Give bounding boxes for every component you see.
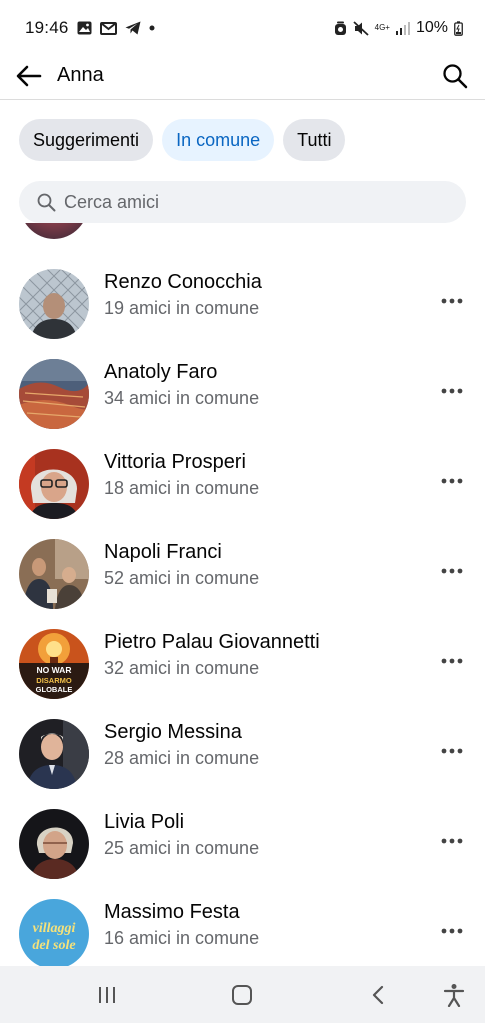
avatar	[19, 449, 89, 519]
search-placeholder: Cerca amici	[64, 191, 160, 212]
chip-in-comune[interactable]: In comune	[162, 119, 275, 161]
friend-row[interactable]: Sergio Messina 28 amici in comune	[0, 708, 485, 798]
avatar-text-del-sole: del sole	[32, 938, 75, 953]
more-options-icon[interactable]	[438, 742, 466, 760]
mutual-friends-count: 28 amici in comune	[104, 748, 260, 768]
alarm-icon	[334, 21, 347, 36]
header: Anna	[0, 52, 485, 100]
more-options-icon[interactable]	[438, 652, 466, 670]
more-options-icon[interactable]	[438, 832, 466, 850]
friend-row[interactable]: Anatoly Faro 34 amici in comune	[0, 348, 485, 438]
signal-icon	[395, 21, 410, 35]
dot-icon	[149, 25, 155, 31]
friend-row[interactable]: NO WAR DISARMO GLOBALE Pietro Palau Giov…	[0, 618, 485, 708]
friend-row[interactable]: Vittoria Prosperi 18 amici in comune	[0, 438, 485, 528]
avatar-text-globale: GLOBALE	[36, 685, 73, 694]
friend-name: Anatoly Faro	[104, 361, 218, 383]
mutual-friends-count: 52 amici in comune	[104, 568, 260, 588]
friend-name: Livia Poli	[104, 811, 185, 833]
more-options-icon[interactable]	[438, 562, 466, 580]
back-arrow-icon[interactable]	[14, 61, 44, 91]
avatar	[19, 269, 89, 339]
friend-name: Napoli Franci	[104, 541, 222, 563]
avatar-text-no-war: NO WAR	[37, 665, 72, 675]
friend-row[interactable]: Livia Poli 25 amici in comune	[0, 798, 485, 888]
mutual-friends-count: 34 amici in comune	[104, 388, 260, 408]
avatar	[19, 359, 89, 429]
gallery-icon	[77, 21, 92, 35]
friend-name: Vittoria Prosperi	[104, 451, 246, 473]
gmail-icon	[99, 21, 117, 35]
network-icon: 4G+	[374, 23, 390, 32]
avatar	[19, 719, 89, 789]
filter-chips: Suggerimenti In comune Tutti	[19, 119, 346, 161]
battery-percent: 10%	[415, 19, 448, 36]
battery-icon	[454, 20, 463, 36]
search-field-icon	[37, 193, 56, 212]
mute-icon	[353, 20, 369, 36]
avatar-text-villaggi: villaggi	[33, 921, 76, 936]
mutual-friends-count: 16 amici in comune	[104, 928, 260, 948]
friend-row[interactable]: Renzo Conocchia 19 amici in comune	[0, 258, 485, 348]
friend-name: Sergio Messina	[104, 721, 242, 743]
friend-name: Renzo Conocchia	[104, 271, 262, 293]
friend-list: Renzo Conocchia 19 amici in comune Anato…	[0, 223, 485, 966]
avatar	[19, 809, 89, 879]
friend-row[interactable]: Napoli Franci 52 amici in comune	[0, 528, 485, 618]
telegram-icon	[125, 21, 141, 35]
avatar: villaggi del sole	[19, 899, 89, 966]
chip-suggerimenti[interactable]: Suggerimenti	[19, 119, 154, 161]
status-time: 19:46	[25, 18, 69, 37]
recent-apps-icon[interactable]	[92, 980, 122, 1010]
mutual-friends-count: 19 amici in comune	[104, 298, 260, 318]
back-icon[interactable]	[363, 980, 393, 1010]
more-options-icon[interactable]	[438, 382, 466, 400]
accessibility-icon[interactable]	[439, 980, 469, 1010]
search-friends-input[interactable]: Cerca amici	[19, 181, 466, 223]
mutual-friends-count: 25 amici in comune	[104, 838, 260, 858]
mutual-friends-count: 32 amici in comune	[104, 658, 260, 678]
friend-name: Pietro Palau Giovannetti	[104, 631, 320, 653]
avatar: NO WAR DISARMO GLOBALE	[19, 629, 89, 699]
home-icon[interactable]	[227, 980, 257, 1010]
mutual-friends-count: 18 amici in comune	[104, 478, 260, 498]
more-options-icon[interactable]	[438, 472, 466, 490]
more-options-icon[interactable]	[438, 922, 466, 940]
friend-row[interactable]: villaggi del sole Massimo Festa 16 amici…	[0, 888, 485, 966]
more-options-icon[interactable]	[438, 292, 466, 310]
system-nav-bar	[0, 966, 485, 1023]
avatar	[19, 223, 89, 239]
chip-tutti[interactable]: Tutti	[283, 119, 346, 161]
avatar-text-disarmo: DISARMO	[36, 676, 72, 685]
friend-name: Massimo Festa	[104, 901, 240, 923]
status-bar: 19:46 4G+ 10%	[0, 0, 485, 56]
page-title: Anna	[57, 64, 104, 86]
avatar	[19, 539, 89, 609]
search-icon[interactable]	[440, 61, 470, 91]
